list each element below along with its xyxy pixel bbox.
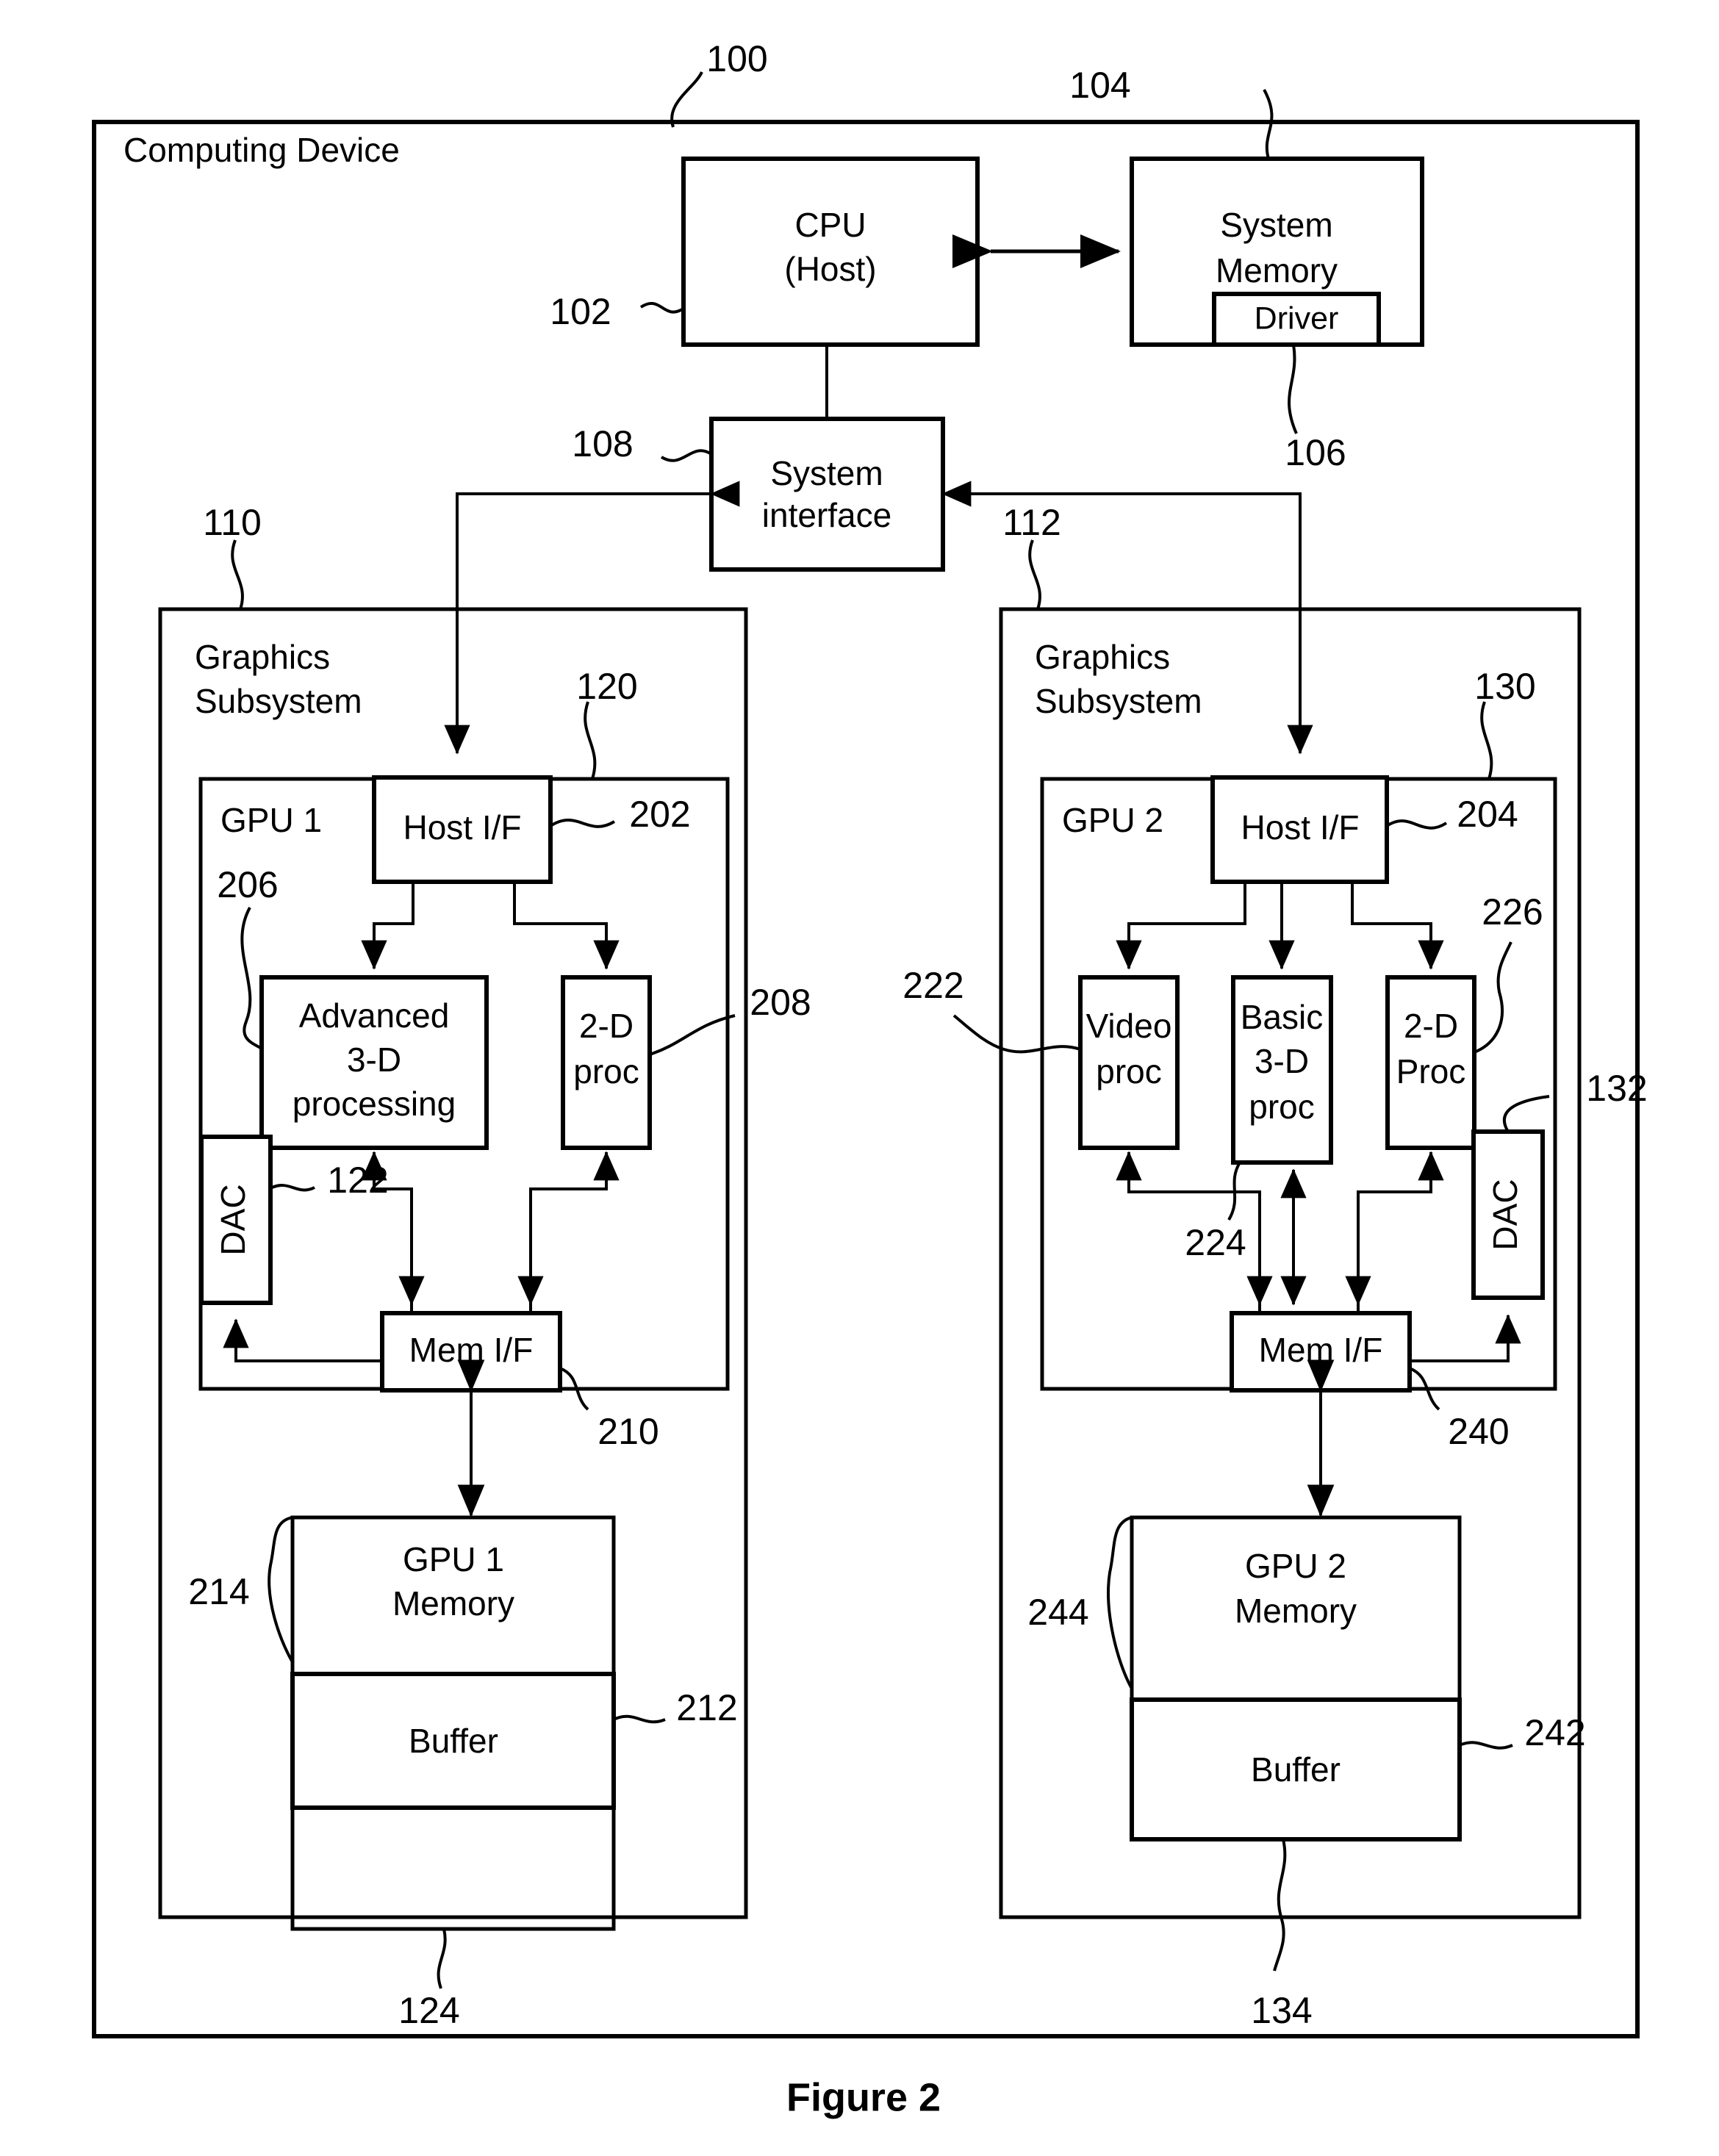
basic-3d-line1: Basic: [1241, 998, 1323, 1036]
ref-112: 112: [1002, 502, 1061, 543]
lead-line-130: [1480, 701, 1493, 780]
graphics-subsystem-right-label-line1: Graphics: [1035, 638, 1170, 676]
ref-108: 108: [572, 423, 633, 464]
cpu-label-line2: (Host): [784, 250, 876, 288]
video-proc-line2: proc: [1096, 1052, 1161, 1090]
cpu-label-line1: CPU: [794, 206, 866, 244]
host-if-1-to-advanced-3d: [361, 882, 415, 970]
lead-line-106: [1288, 344, 1298, 434]
figure-caption: Figure 2: [786, 2075, 941, 2119]
two-d-proc-2-line2: Proc: [1396, 1052, 1466, 1090]
advanced-3d-line2: 3-D: [347, 1041, 401, 1079]
lead-line-122: [270, 1184, 315, 1192]
dac-1-label: DAC: [214, 1184, 252, 1255]
buffer-1-label: Buffer: [409, 1722, 498, 1760]
system-memory-label-line2: Memory: [1216, 251, 1338, 290]
computing-device-label: Computing Device: [123, 131, 400, 169]
gpu1-memory-line1: GPU 1: [403, 1540, 504, 1578]
buffer-2-label: Buffer: [1251, 1750, 1341, 1789]
ref-210: 210: [597, 1411, 658, 1452]
graphics-subsystem-left-label-line1: Graphics: [195, 638, 330, 676]
figure-canvas: Computing Device 100 CPU (Host) 102 Syst…: [0, 0, 1719, 2156]
system-interface-label-line1: System: [770, 454, 883, 492]
ref-132: 132: [1586, 1068, 1647, 1109]
ref-212: 212: [676, 1687, 737, 1728]
lead-line-108: [660, 449, 713, 462]
ref-102: 102: [550, 291, 611, 332]
memif1-to-2dproc-line: [529, 1160, 608, 1313]
ref-134: 134: [1251, 1990, 1312, 2031]
host-if-1-label: Host I/F: [403, 808, 521, 847]
two-d-proc-2-line1: 2-D: [1404, 1007, 1458, 1045]
two-d-proc-1-line2: proc: [573, 1052, 639, 1090]
host-if-2-to-video-proc: [1116, 882, 1246, 970]
lead-line-222: [952, 1014, 1081, 1054]
host-if-2-label: Host I/F: [1241, 808, 1359, 847]
ref-202: 202: [629, 794, 690, 835]
ref-120: 120: [576, 666, 637, 707]
driver-label: Driver: [1255, 301, 1339, 336]
memif1-to-dac1-path: [223, 1318, 382, 1362]
mem-if-1-label: Mem I/F: [409, 1331, 534, 1369]
ref-206: 206: [217, 864, 278, 905]
brace-244: [1107, 1516, 1133, 1689]
gpu1-memory-region-box: [290, 1805, 616, 1931]
lead-line-212: [613, 1714, 666, 1724]
graphics-subsystem-left-label-line2: Subsystem: [195, 682, 362, 720]
basic-3d-line3: proc: [1249, 1088, 1314, 1126]
ref-122: 122: [327, 1160, 388, 1201]
lead-line-120: [584, 701, 597, 780]
system-interface-label-line2: interface: [762, 496, 891, 534]
system-interface-to-gpu1-path: [444, 492, 698, 755]
ref-130: 130: [1474, 666, 1535, 707]
lead-line-202: [549, 819, 616, 828]
ref-244: 244: [1027, 1592, 1088, 1633]
gpu2-memory-line2: Memory: [1235, 1592, 1357, 1630]
ref-100: 100: [706, 38, 767, 79]
ref-110: 110: [203, 502, 262, 543]
host-if-1-to-2d-proc: [513, 882, 620, 970]
memif2-to-2dproc-line: [1357, 1160, 1432, 1313]
ref-104: 104: [1069, 65, 1130, 106]
ref-214: 214: [188, 1571, 249, 1612]
lead-line-242: [1459, 1741, 1513, 1750]
advanced-3d-line1: Advanced: [299, 996, 450, 1035]
ref-240: 240: [1448, 1411, 1509, 1452]
lead-line-204: [1385, 819, 1448, 830]
lead-line-102: [639, 301, 685, 314]
lead-line-100: [670, 71, 703, 128]
basic-3d-line2: 3-D: [1255, 1042, 1309, 1080]
ref-222: 222: [902, 965, 963, 1006]
dac-2-label: DAC: [1486, 1179, 1524, 1250]
system-interface-box: [709, 417, 945, 572]
host-if-2-to-2d-proc: [1351, 882, 1444, 970]
ref-124: 124: [398, 1990, 459, 2031]
lead-line-124: [437, 1928, 447, 1989]
two-d-proc-1-line1: 2-D: [579, 1007, 634, 1045]
ref-106: 106: [1285, 432, 1346, 473]
lead-line-110: [231, 539, 244, 610]
ref-208: 208: [750, 982, 811, 1023]
gpu1-memory-line2: Memory: [392, 1584, 514, 1623]
lead-line-132: [1502, 1095, 1550, 1133]
lead-line-208: [649, 1014, 736, 1056]
lead-line-112: [1028, 539, 1041, 610]
gpu1-label: GPU 1: [220, 801, 322, 839]
system-memory-label-line1: System: [1220, 206, 1332, 244]
video-proc-line1: Video: [1086, 1007, 1172, 1045]
mem-if-2-label: Mem I/F: [1259, 1331, 1383, 1369]
ref-204: 204: [1457, 794, 1518, 835]
lead-line-134: [1273, 1839, 1287, 1972]
ref-242: 242: [1524, 1712, 1585, 1753]
ref-224: 224: [1185, 1222, 1246, 1263]
brace-214: [268, 1516, 294, 1663]
advanced-3d-line3: processing: [293, 1085, 456, 1123]
patent-diagram-svg: Computing Device 100 CPU (Host) 102 Syst…: [92, 38, 1648, 2119]
memif2-to-dac2-path: [1410, 1314, 1521, 1362]
gpu2-memory-line1: GPU 2: [1245, 1547, 1346, 1585]
gpu2-label: GPU 2: [1062, 801, 1163, 839]
lead-line-226: [1474, 941, 1512, 1054]
graphics-subsystem-right-label-line2: Subsystem: [1035, 682, 1202, 720]
ref-226: 226: [1482, 891, 1543, 933]
